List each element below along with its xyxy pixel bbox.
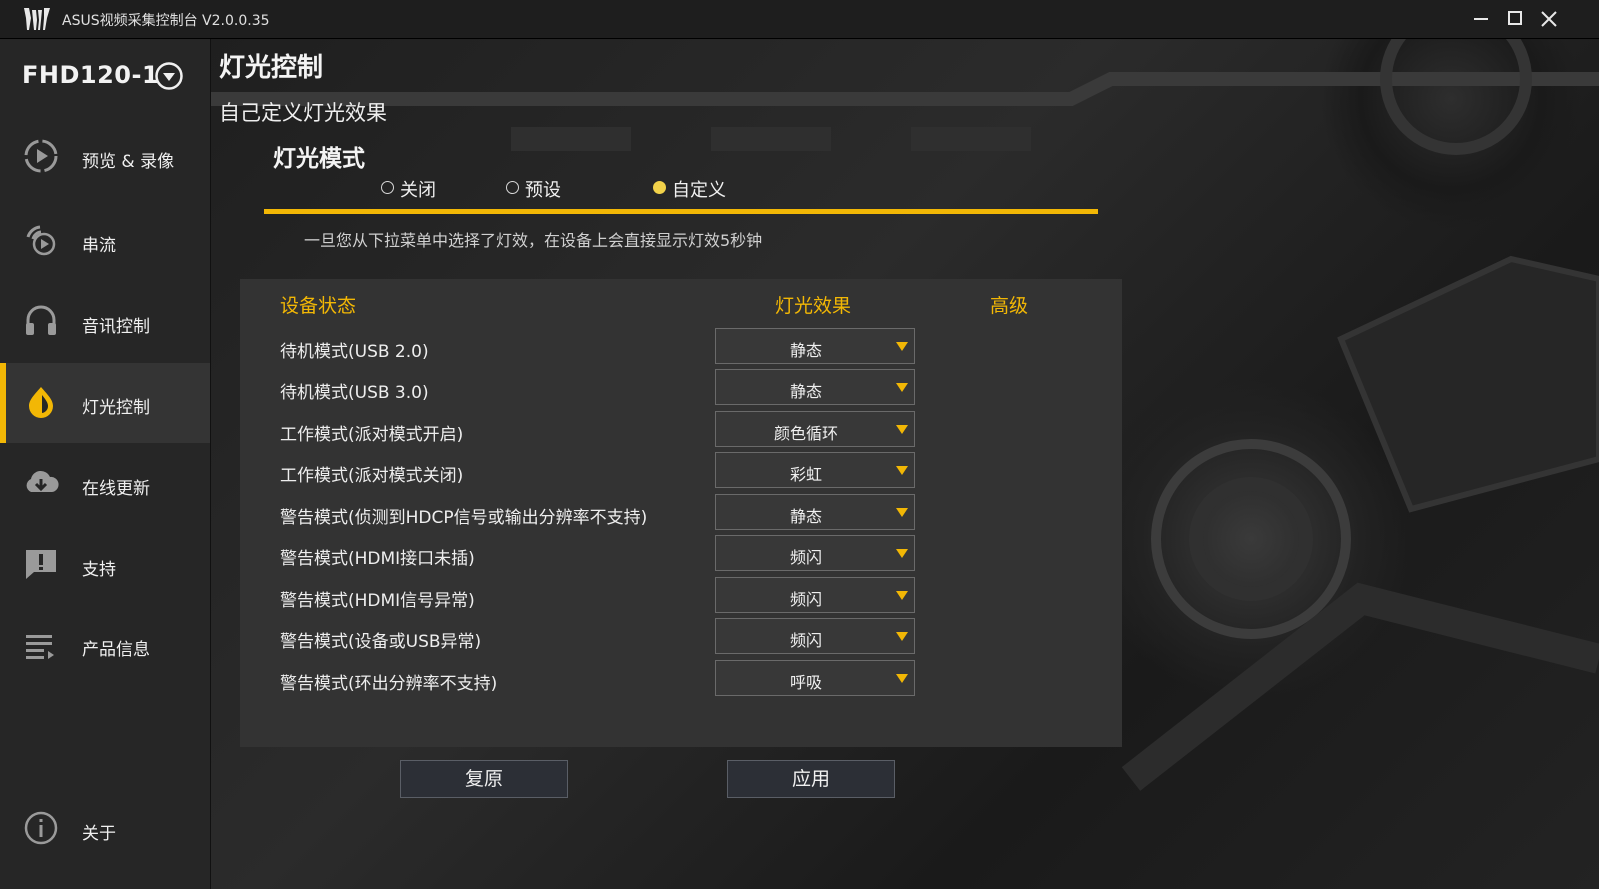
radio-circle-icon (506, 181, 519, 194)
dropdown-arrow-icon (896, 674, 908, 683)
sidebar-item-label: 产品信息 (82, 640, 150, 660)
radio-checked-icon (653, 181, 666, 194)
table-row-label: 工作模式(派对模式关闭) (280, 466, 464, 486)
sidebar-item-label: 关于 (82, 824, 116, 844)
select-value: 彩虹 (789, 465, 822, 484)
sidebar-item-label: 预览 & 录像 (82, 152, 175, 172)
effect-select[interactable]: 颜色循环 (715, 411, 915, 447)
sidebar-item-label: 串流 (82, 236, 116, 256)
device-selector[interactable]: FHD120-1 (22, 61, 183, 93)
close-button[interactable] (1536, 6, 1562, 32)
dropdown-arrow-icon (896, 508, 908, 517)
dropdown-arrow-icon (896, 632, 908, 641)
sidebar-item-support[interactable]: 支持 (0, 525, 210, 605)
headphones-icon (26, 305, 56, 335)
list-icon (26, 635, 54, 659)
effect-select[interactable]: 静态 (715, 494, 915, 530)
table-row-label: 警告模式(侦测到HDCP信号或输出分辨率不支持) (280, 508, 648, 528)
sidebar-item-label: 音讯控制 (82, 317, 150, 337)
window-title: ASUS视频采集控制台 V2.0.0.35 (62, 13, 270, 29)
table-row-label: 警告模式(HDMI信号异常) (280, 591, 475, 611)
lighting-table: 设备状态 灯光效果 高级 待机模式(USB 2.0) 静态 待机模式(USB 3… (240, 279, 1122, 747)
radio-label: 自定义 (672, 180, 726, 201)
sidebar-item-online-update[interactable]: 在线更新 (0, 444, 210, 524)
effect-select[interactable]: 静态 (715, 369, 915, 405)
light-icon (29, 387, 53, 418)
tuf-logo-icon (24, 8, 50, 30)
dropdown-arrow-icon (896, 466, 908, 475)
sidebar-item-about[interactable]: 关于 (0, 789, 210, 869)
dropdown-arrow-icon (896, 591, 908, 600)
select-value: 频闪 (789, 631, 822, 650)
select-value: 静态 (789, 382, 822, 401)
dropdown-arrow-icon (896, 383, 908, 392)
dropdown-arrow-icon (896, 342, 908, 351)
title-bar: ASUS视频采集控制台 V2.0.0.35 (0, 0, 1599, 39)
sidebar-item-audio[interactable]: 音讯控制 (0, 282, 210, 362)
column-header-advanced: 高级 (990, 295, 1029, 317)
sidebar: FHD120-1 预览 & 录像 串流 音讯控制 灯光控制 在线更新 支持 产品… (0, 39, 211, 889)
effect-select[interactable]: 静态 (715, 328, 915, 364)
select-value: 颜色循环 (773, 424, 838, 443)
column-header-device-state: 设备状态 (280, 295, 357, 317)
mode-underline (264, 209, 1098, 214)
select-value: 频闪 (789, 548, 822, 567)
effect-select[interactable]: 呼吸 (715, 660, 915, 696)
radio-circle-icon (381, 181, 394, 194)
reset-button[interactable]: 复原 (400, 760, 568, 798)
stream-icon (26, 225, 56, 256)
play-icon (24, 139, 58, 173)
radio-label: 关闭 (400, 180, 436, 201)
table-row-label: 待机模式(USB 2.0) (280, 342, 429, 362)
select-value: 频闪 (789, 590, 822, 609)
chevron-down-circle-icon[interactable] (154, 61, 184, 91)
active-indicator (0, 363, 6, 443)
table-row-label: 警告模式(环出分辨率不支持) (280, 674, 498, 694)
close-icon (1541, 11, 1557, 27)
maximize-button[interactable] (1502, 6, 1528, 32)
page-subtitle: 自己定义灯光效果 (219, 101, 387, 125)
device-name: FHD120-1 (22, 61, 160, 89)
sidebar-item-label: 灯光控制 (82, 398, 150, 418)
minimize-icon (1474, 18, 1488, 20)
sidebar-item-label: 在线更新 (82, 479, 150, 499)
sidebar-item-stream[interactable]: 串流 (0, 201, 210, 281)
effect-select[interactable]: 频闪 (715, 535, 915, 571)
effect-select[interactable]: 彩虹 (715, 452, 915, 488)
column-header-light-effect: 灯光效果 (775, 295, 852, 317)
effect-select[interactable]: 频闪 (715, 618, 915, 654)
sidebar-item-label: 支持 (82, 560, 116, 580)
table-row-label: 工作模式(派对模式开启) (280, 425, 464, 445)
apply-button[interactable]: 应用 (727, 760, 895, 798)
cloud-download-icon (26, 470, 59, 492)
dropdown-arrow-icon (896, 425, 908, 434)
light-mode-heading: 灯光模式 (273, 146, 365, 172)
info-icon (24, 811, 58, 845)
sidebar-item-lighting[interactable]: 灯光控制 (0, 363, 210, 443)
page-title: 灯光控制 (219, 53, 324, 83)
table-row-label: 警告模式(设备或USB异常) (280, 632, 482, 652)
dropdown-arrow-icon (896, 549, 908, 558)
effect-select[interactable]: 频闪 (715, 577, 915, 613)
alert-chat-icon (26, 550, 56, 579)
main-content: 灯光控制 自己定义灯光效果 灯光模式 关闭 预设 自定义 一旦您从下拉菜单中选择… (211, 39, 1599, 889)
maximize-icon (1508, 11, 1522, 25)
hint-text: 一旦您从下拉菜单中选择了灯效，在设备上会直接显示灯效5秒钟 (304, 231, 763, 250)
select-value: 呼吸 (789, 673, 822, 692)
table-row-label: 待机模式(USB 3.0) (280, 383, 429, 403)
radio-label: 预设 (525, 180, 561, 201)
minimize-button[interactable] (1468, 6, 1494, 32)
select-value: 静态 (789, 507, 822, 526)
table-row-label: 警告模式(HDMI接口未插) (280, 549, 475, 569)
sidebar-item-preview-record[interactable]: 预览 & 录像 (0, 117, 210, 197)
sidebar-item-product-info[interactable]: 产品信息 (0, 605, 210, 685)
select-value: 静态 (789, 341, 822, 360)
